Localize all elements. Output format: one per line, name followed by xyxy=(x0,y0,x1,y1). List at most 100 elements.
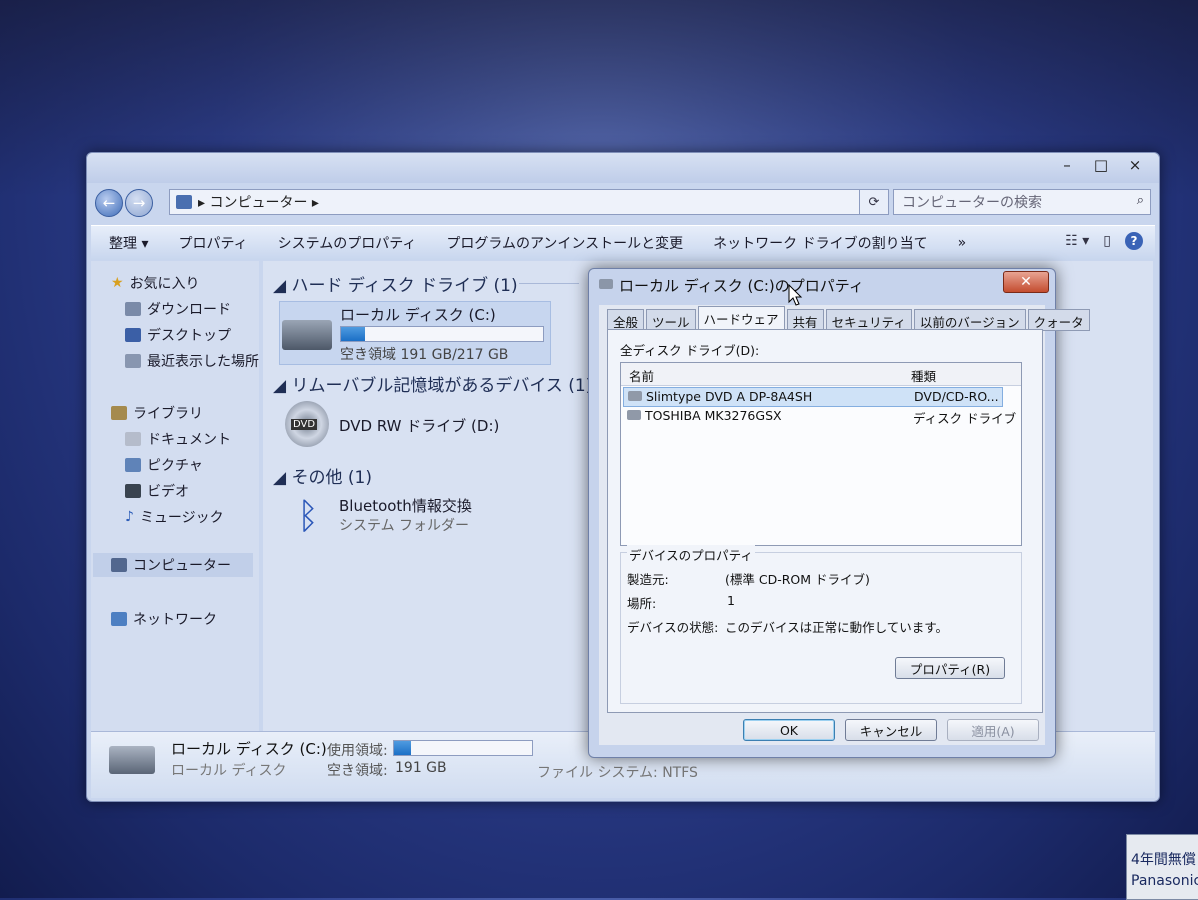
music-icon: ♪ xyxy=(125,509,134,525)
drive-dvd-rw-d[interactable]: DVD DVD RW ドライブ (D:) xyxy=(279,401,549,463)
sidebar-item-libraries[interactable]: ライブラリ xyxy=(111,403,203,423)
properties-button[interactable]: プロパティ xyxy=(178,233,247,253)
organize-button[interactable]: 整理 ▾ xyxy=(109,233,148,253)
drive-row-name: TOSHIBA MK3276GSX xyxy=(645,408,782,423)
sidebar-item-music[interactable]: ♪ ミュージック xyxy=(125,507,224,527)
library-icon xyxy=(111,406,127,420)
recent-places-icon xyxy=(125,354,141,368)
tab-strip: 全般 ツール ハードウェア 共有 セキュリティ 以前のバージョン クォータ xyxy=(607,306,1090,331)
ok-button[interactable]: OK xyxy=(743,719,835,741)
item-bluetooth[interactable]: ᛒ Bluetooth情報交換 システム フォルダー xyxy=(279,493,549,555)
drive-icon xyxy=(599,279,613,289)
map-network-drive-button[interactable]: ネットワーク ドライブの割り当て xyxy=(713,233,927,253)
device-status-value: このデバイスは正常に動作しています。 xyxy=(725,620,949,635)
close-icon: ✕ xyxy=(1020,274,1032,290)
hardware-tab-pane: 全ディスク ドライブ(D): 名前 種類 Slimtype DVD A DP-8… xyxy=(607,329,1043,713)
properties-dialog: ローカル ディスク (C:)のプロパティ ✕ 全般 ツール ハードウェア 共有 … xyxy=(588,268,1090,758)
sticker-line-2: Panasonic xyxy=(1131,873,1198,889)
column-header-type[interactable]: 種類 xyxy=(911,366,936,385)
drives-list[interactable]: 名前 種類 Slimtype DVD A DP-8A4SH DVD/CD-RO.… xyxy=(620,362,1022,546)
search-placeholder: コンピューターの検索 xyxy=(902,195,1042,211)
tab-quota[interactable]: クォータ xyxy=(1027,309,1090,331)
preview-pane-icon[interactable]: ▯ xyxy=(1103,233,1111,249)
list-item[interactable]: Slimtype DVD A DP-8A4SH DVD/CD-RO... xyxy=(623,387,1003,407)
dialog-title: ローカル ディスク (C:)のプロパティ xyxy=(619,277,864,295)
star-icon: ★ xyxy=(111,275,124,291)
window-controls: – □ × xyxy=(1053,155,1149,175)
drive-local-disk-c[interactable]: ローカル ディスク (C:) 空き領域 191 GB/217 GB xyxy=(279,301,551,365)
bluetooth-icon: ᛒ xyxy=(297,496,319,537)
details-free-value: 191 GB xyxy=(395,760,447,776)
downloads-icon xyxy=(125,302,141,316)
location-value: 1 xyxy=(727,593,735,608)
details-filesystem: ファイル システム: NTFS xyxy=(537,765,698,781)
videos-icon xyxy=(125,484,141,498)
device-properties-button[interactable]: プロパティ(R) xyxy=(895,657,1005,679)
back-button[interactable]: ← xyxy=(95,189,123,217)
search-input[interactable]: コンピューターの検索 ⌕ xyxy=(893,189,1151,215)
column-header-name[interactable]: 名前 xyxy=(629,366,654,385)
sidebar-item-favorites[interactable]: ★ お気に入り xyxy=(111,273,200,293)
dvd-badge: DVD xyxy=(291,419,318,430)
manufacturer-label: 製造元: xyxy=(627,572,669,587)
sidebar-item-computer[interactable]: コンピューター xyxy=(93,553,253,577)
tab-security[interactable]: セキュリティ xyxy=(825,309,912,331)
all-drives-label: 全ディスク ドライブ(D): xyxy=(620,343,760,358)
group-header-hard-disk[interactable]: ◢ ハード ディスク ドライブ (1) xyxy=(273,271,518,296)
forward-button[interactable]: → xyxy=(125,189,153,217)
sidebar-item-downloads[interactable]: ダウンロード xyxy=(125,299,231,319)
help-icon[interactable]: ? xyxy=(1125,232,1143,250)
drive-row-type: ディスク ドライブ xyxy=(913,411,1017,426)
sidebar-item-network[interactable]: ネットワーク xyxy=(111,609,217,629)
drive-name: ローカル ディスク (C:) xyxy=(340,306,496,324)
search-icon[interactable]: ⌕ xyxy=(1137,193,1144,208)
sidebar-item-pictures[interactable]: ピクチャ xyxy=(125,455,203,475)
tab-tools[interactable]: ツール xyxy=(646,309,696,331)
navigation-pane: ★ お気に入り ダウンロード デスクトップ 最近表示した場所 ライブラリ ドキュメ… xyxy=(91,261,259,731)
tab-sharing[interactable]: 共有 xyxy=(786,309,824,331)
device-status-label: デバイスの状態: xyxy=(627,620,719,635)
details-type: ローカル ディスク xyxy=(171,763,287,779)
tab-previous-versions[interactable]: 以前のバージョン xyxy=(913,309,1026,331)
drive-free-space: 空き領域 191 GB/217 GB xyxy=(340,347,509,363)
optical-drive-icon xyxy=(628,391,642,401)
device-properties-group: デバイスのプロパティ 製造元: (標準 CD-ROM ドライブ) 場所: 1 デ… xyxy=(620,545,1022,704)
apply-button[interactable]: 適用(A) xyxy=(947,719,1039,741)
tab-general[interactable]: 全般 xyxy=(607,309,645,331)
network-icon xyxy=(111,612,127,626)
details-capacity-bar xyxy=(393,740,533,756)
sidebar-item-desktop[interactable]: デスクトップ xyxy=(125,325,231,345)
minimize-button[interactable]: – xyxy=(1053,155,1081,175)
sidebar-item-videos[interactable]: ビデオ xyxy=(125,481,189,501)
address-bar[interactable]: ▸ コンピューター ▸ ▼ xyxy=(169,189,885,215)
maximize-button[interactable]: □ xyxy=(1087,155,1115,175)
group-divider xyxy=(519,283,579,284)
tab-hardware[interactable]: ハードウェア xyxy=(697,306,785,331)
dialog-body: 全般 ツール ハードウェア 共有 セキュリティ 以前のバージョン クォータ 全デ… xyxy=(599,305,1090,745)
navigation-bar: ← → ▸ コンピューター ▸ ▼ ⟳ コンピューターの検索 ⌕ xyxy=(93,187,1153,217)
cancel-button[interactable]: キャンセル xyxy=(845,719,937,741)
forward-icon: → xyxy=(132,194,146,212)
sidebar-item-recent[interactable]: 最近表示した場所 xyxy=(125,351,259,371)
group-header-removable[interactable]: ◢ リムーバブル記憶域があるデバイス (1) xyxy=(273,371,592,396)
group-title: デバイスのプロパティ xyxy=(627,545,755,564)
back-icon: ← xyxy=(102,194,116,212)
details-capacity-fill xyxy=(394,741,411,755)
dialog-close-button[interactable]: ✕ xyxy=(1003,271,1049,293)
refresh-icon: ⟳ xyxy=(868,194,880,210)
group-header-other[interactable]: ◢ その他 (1) xyxy=(273,463,372,488)
sticker-line-1: 4年間無償 xyxy=(1131,852,1196,868)
system-properties-button[interactable]: システムのプロパティ xyxy=(278,233,417,253)
close-button[interactable]: × xyxy=(1121,155,1149,175)
list-item[interactable]: TOSHIBA MK3276GSX ディスク ドライブ xyxy=(623,407,1016,426)
manufacturer-value: (標準 CD-ROM ドライブ) xyxy=(725,572,870,587)
details-used-label: 使用領域: xyxy=(327,743,388,759)
sidebar-item-documents[interactable]: ドキュメント xyxy=(125,429,231,449)
uninstall-program-button[interactable]: プログラムのアンインストールと変更 xyxy=(446,233,683,253)
more-commands-button[interactable]: » xyxy=(958,235,967,251)
pictures-icon xyxy=(125,458,141,472)
capacity-bar xyxy=(340,326,544,342)
documents-icon xyxy=(125,432,141,446)
refresh-button[interactable]: ⟳ xyxy=(859,189,889,215)
view-options-icon[interactable]: ☷ ▾ xyxy=(1065,233,1089,249)
